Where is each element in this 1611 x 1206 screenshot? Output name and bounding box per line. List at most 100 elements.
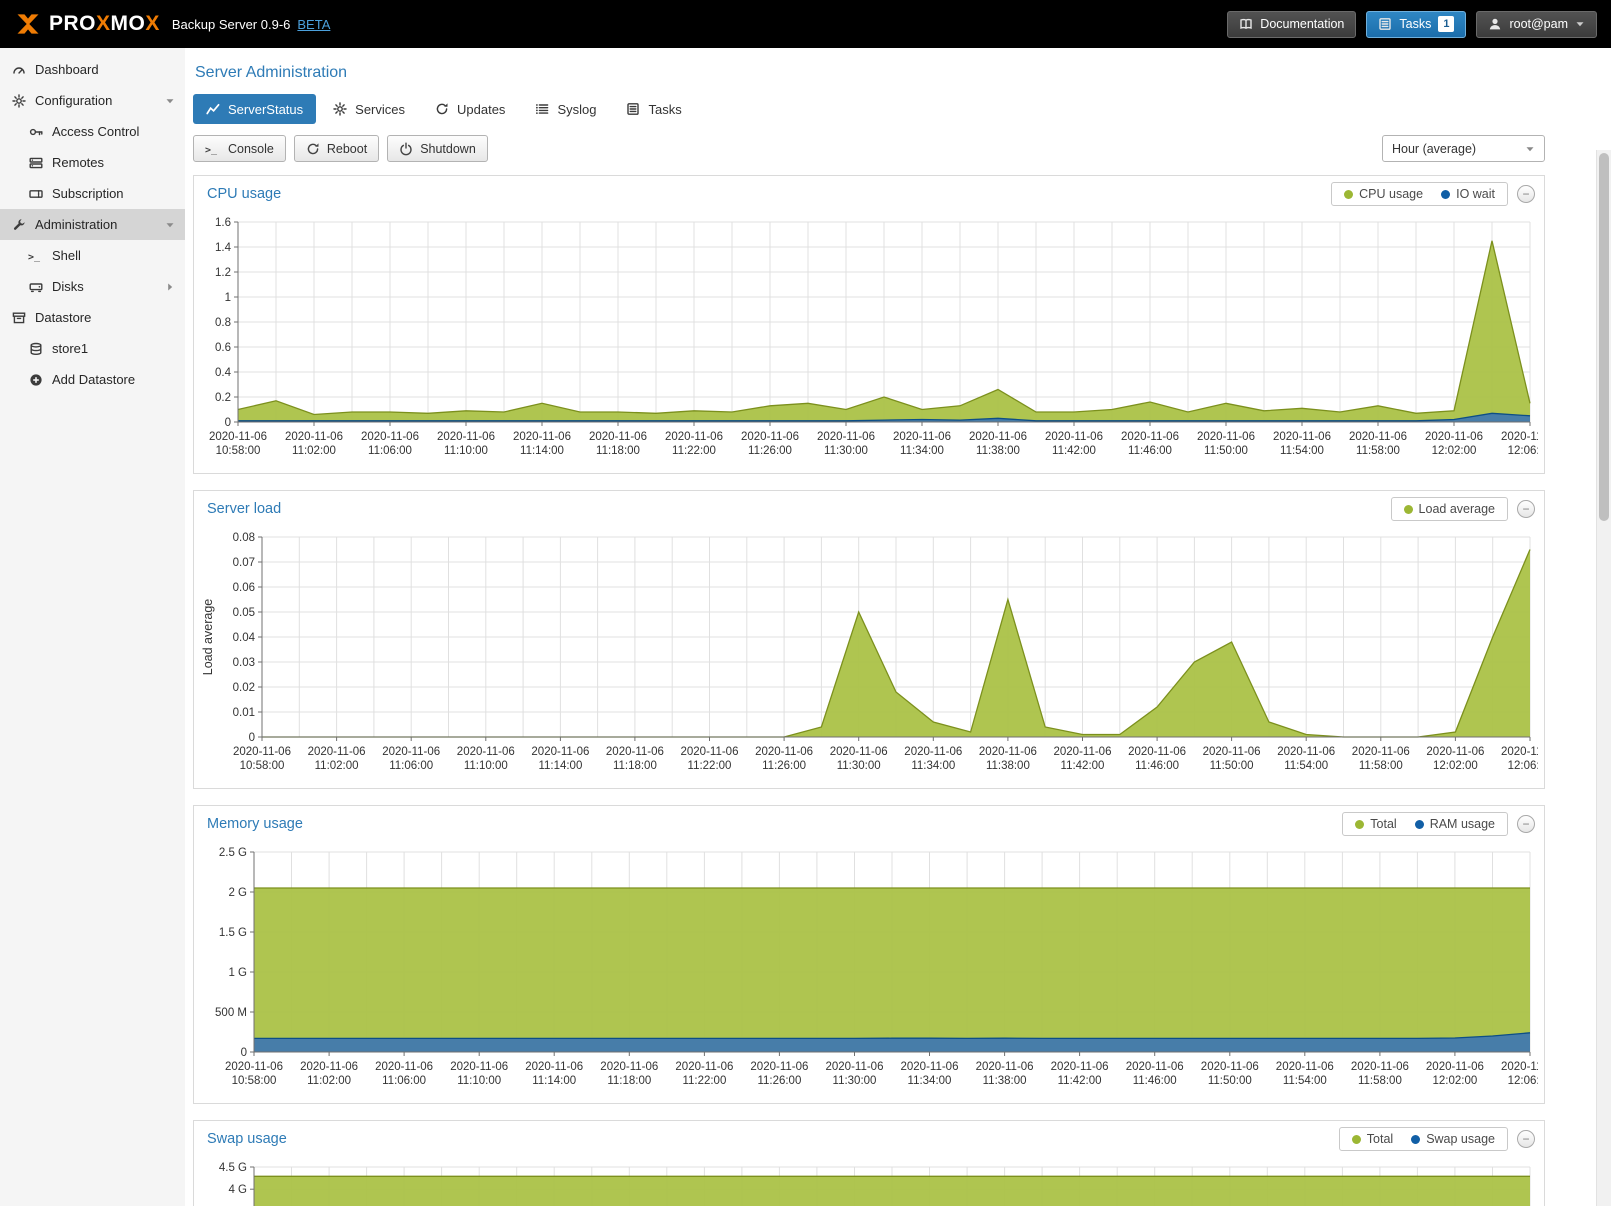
tab-serverstatus[interactable]: ServerStatus xyxy=(193,94,316,124)
scrollbar-thumb[interactable] xyxy=(1599,153,1609,521)
svg-text:2020-11-06: 2020-11-06 xyxy=(817,431,875,443)
legend-dot xyxy=(1441,190,1450,199)
svg-text:1.6: 1.6 xyxy=(215,217,231,229)
tab-label: Syslog xyxy=(557,102,596,117)
sidebar-item-label: Disks xyxy=(52,279,157,294)
svg-text:2020-11-06: 2020-11-06 xyxy=(750,1061,808,1073)
svg-text:>_: >_ xyxy=(205,145,218,155)
svg-text:500 M: 500 M xyxy=(215,1007,247,1019)
svg-text:11:22:00: 11:22:00 xyxy=(682,1075,726,1087)
beta-link[interactable]: BETA xyxy=(297,17,330,32)
collapse-button[interactable]: − xyxy=(1517,185,1535,203)
tab-syslog[interactable]: Syslog xyxy=(522,94,609,124)
sidebar-item-label: Configuration xyxy=(35,93,157,108)
svg-text:2020-11-06: 2020-11-06 xyxy=(589,431,647,443)
sidebar-item-administration[interactable]: Administration xyxy=(0,209,185,240)
terminal-icon: >_ xyxy=(27,250,44,262)
svg-text:11:30:00: 11:30:00 xyxy=(824,445,868,457)
button-label: Console xyxy=(228,142,274,156)
sidebar-item-subscription[interactable]: Subscription xyxy=(0,178,185,209)
svg-text:0.4: 0.4 xyxy=(215,367,232,379)
tab-label: ServerStatus xyxy=(228,102,303,117)
svg-text:2020-11-06: 2020-11-06 xyxy=(1201,1061,1259,1073)
svg-text:11:22:00: 11:22:00 xyxy=(672,445,716,457)
svg-text:12:02:00: 12:02:00 xyxy=(1433,760,1478,772)
legend-dot xyxy=(1355,820,1364,829)
sidebar-item-remotes[interactable]: Remotes xyxy=(0,147,185,178)
tab-tasks[interactable]: Tasks xyxy=(613,94,694,124)
tab-bar: ServerStatus ServicesUpdates Syslog Tasks xyxy=(193,94,1545,124)
svg-text:11:10:00: 11:10:00 xyxy=(444,445,488,457)
svg-text:0.07: 0.07 xyxy=(233,557,255,569)
sidebar-item-add-datastore[interactable]: Add Datastore xyxy=(0,364,185,395)
database-icon xyxy=(27,342,44,356)
svg-text:2020-11-06: 2020-11-06 xyxy=(1425,431,1483,443)
collapse-button[interactable]: − xyxy=(1517,1130,1535,1148)
sidebar-item-label: Datastore xyxy=(35,310,175,325)
timeframe-select[interactable]: Hour (average) xyxy=(1382,135,1545,162)
svg-text:1.4: 1.4 xyxy=(215,242,232,254)
reboot-button[interactable]: Reboot xyxy=(294,135,379,162)
svg-text:2020-11-06: 2020-11-06 xyxy=(233,746,291,758)
panel-title: Server load xyxy=(207,501,281,517)
caret-right-icon xyxy=(165,282,175,292)
sidebar-item-shell[interactable]: >_Shell xyxy=(0,240,185,271)
user-menu-button[interactable]: root@pam xyxy=(1476,11,1597,38)
svg-text:11:02:00: 11:02:00 xyxy=(292,445,336,457)
svg-text:2020-11-06: 2020-11-06 xyxy=(308,746,366,758)
svg-text:12:02:00: 12:02:00 xyxy=(1432,445,1477,457)
svg-text:2020-11-06: 2020-11-06 xyxy=(675,1061,733,1073)
console-button[interactable]: >_ Console xyxy=(193,135,286,162)
svg-text:2020-11-06: 2020-11-06 xyxy=(531,746,589,758)
sidebar-item-configuration[interactable]: Configuration xyxy=(0,85,185,116)
svg-text:2.5 G: 2.5 G xyxy=(219,847,247,859)
vertical-scrollbar[interactable] xyxy=(1596,150,1611,1206)
svg-text:2020-11-06: 2020-11-06 xyxy=(382,746,440,758)
svg-text:2020-11-06: 2020-11-06 xyxy=(1273,431,1331,443)
svg-text:11:50:00: 11:50:00 xyxy=(1210,760,1254,772)
shutdown-button[interactable]: Shutdown xyxy=(387,135,488,162)
svg-text:11:30:00: 11:30:00 xyxy=(837,760,881,772)
svg-text:11:30:00: 11:30:00 xyxy=(833,1075,877,1087)
svg-text:0.2: 0.2 xyxy=(215,392,231,404)
sidebar-item-disks[interactable]: Disks xyxy=(0,271,185,302)
chart-wrap: 0500 M1 G1.5 G2 G2.5 G3 G3.5 G4 G4.5 G20… xyxy=(194,1157,1544,1206)
svg-text:2020-11-06: 2020-11-06 xyxy=(361,431,419,443)
svg-text:2020-11-06: 2020-11-06 xyxy=(300,1061,358,1073)
svg-text:11:58:00: 11:58:00 xyxy=(1358,1075,1402,1087)
chart-wrap: 00.20.40.60.811.21.41.62020-11-0610:58:0… xyxy=(194,212,1544,473)
svg-text:2020-11-06: 2020-11-06 xyxy=(1277,746,1335,758)
legend-item: Load average xyxy=(1404,502,1495,516)
collapse-button[interactable]: − xyxy=(1517,815,1535,833)
proxmox-x-icon xyxy=(14,10,42,38)
svg-text:2020-11-06: 2020-11-06 xyxy=(1121,431,1179,443)
tab-updates[interactable]: Updates xyxy=(422,94,518,124)
gauge-icon xyxy=(10,63,27,77)
svg-text:4.5 G: 4.5 G xyxy=(219,1162,247,1174)
svg-text:2020-11-06: 2020-11-06 xyxy=(1128,746,1186,758)
chart-memory-usage: 0500 M1 G1.5 G2 G2.5 G2020-11-0610:58:00… xyxy=(198,842,1538,1094)
chevron-down-icon xyxy=(1575,19,1585,29)
svg-text:11:02:00: 11:02:00 xyxy=(307,1075,351,1087)
tasks-button[interactable]: Tasks 1 xyxy=(1366,11,1466,38)
toolbar-buttons: >_ Console Reboot Shutdown xyxy=(193,135,488,162)
svg-text:11:18:00: 11:18:00 xyxy=(613,760,657,772)
svg-text:2020-11-06: 2020-11-06 xyxy=(285,431,343,443)
svg-text:2020-11-06: 2020-11-06 xyxy=(209,431,267,443)
sidebar-item-store1[interactable]: store1 xyxy=(0,333,185,364)
panel-swap-usage: Swap usageTotalSwap usage−0500 M1 G1.5 G… xyxy=(193,1120,1545,1206)
svg-text:12:02:00: 12:02:00 xyxy=(1433,1075,1478,1087)
tab-services[interactable]: Services xyxy=(320,94,418,124)
sidebar-item-datastore[interactable]: Datastore xyxy=(0,302,185,333)
svg-text:0.03: 0.03 xyxy=(233,657,255,669)
documentation-button[interactable]: Documentation xyxy=(1227,11,1356,38)
sidebar-item-access-control[interactable]: Access Control xyxy=(0,116,185,147)
sidebar-item-label: Access Control xyxy=(52,124,175,139)
collapse-button[interactable]: − xyxy=(1517,500,1535,518)
sidebar-item-dashboard[interactable]: Dashboard xyxy=(0,54,185,85)
svg-text:11:06:00: 11:06:00 xyxy=(389,760,433,772)
svg-text:2020-11-06: 2020-11-06 xyxy=(979,746,1037,758)
svg-text:2020-11-06: 2020-11-06 xyxy=(1501,1061,1538,1073)
svg-text:11:10:00: 11:10:00 xyxy=(457,1075,501,1087)
page-title: Server Administration xyxy=(195,64,1545,82)
